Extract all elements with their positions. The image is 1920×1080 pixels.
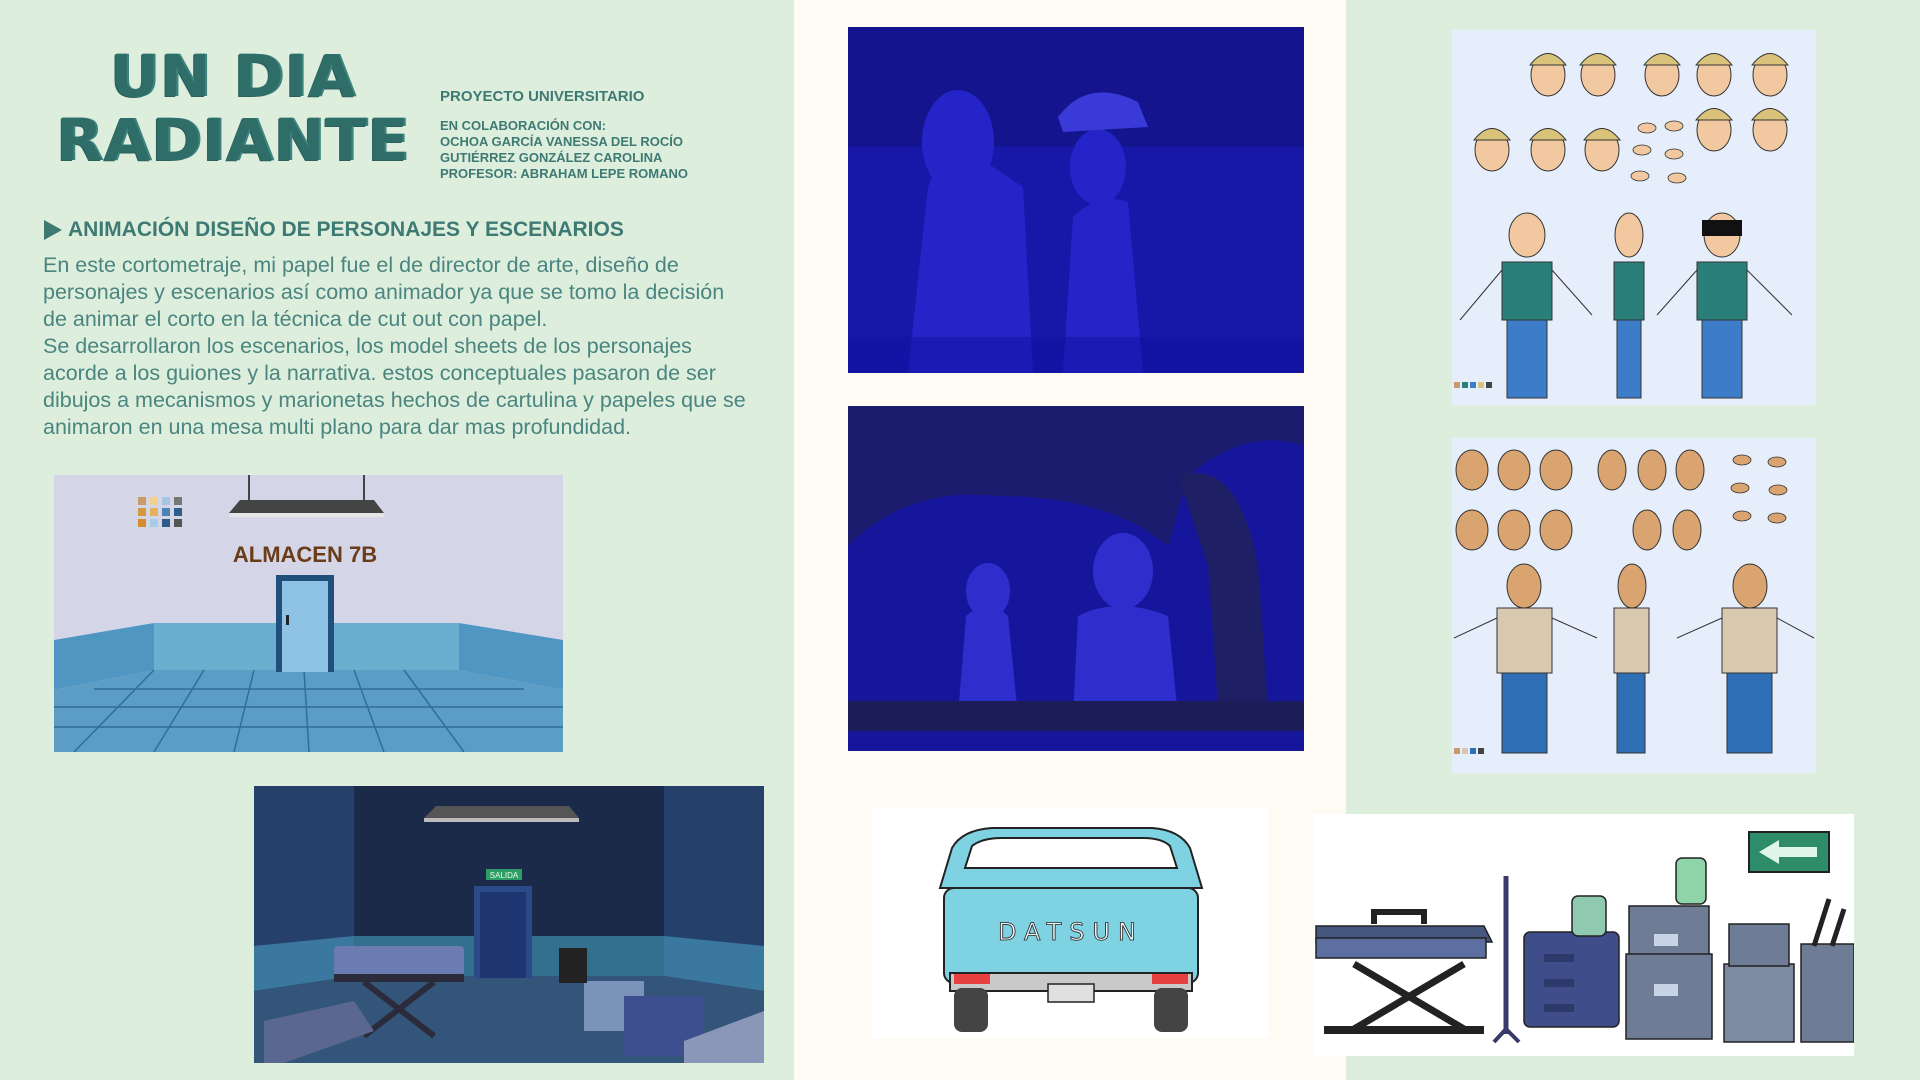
character-model-sheet-1 (1452, 30, 1816, 405)
warehouse-sign: ALMACEN 7B (233, 542, 377, 567)
exit-room-scene-image: SALIDA (254, 786, 764, 1063)
collaborator-2: GUTIÉRREZ GONZÁLEZ CAROLINA (440, 150, 663, 165)
datsun-truck-image: DATSUN (872, 808, 1268, 1038)
collaboration-block: EN COLABORACIÓN CON: OCHOA GARCÍA VANESS… (440, 118, 688, 182)
section-heading: ANIMACIÓN DISEÑO DE PERSONAJES Y ESCENAR… (44, 218, 624, 242)
warehouse-scene-image: ALMACEN 7B (54, 475, 563, 752)
project-title: UN DIA RADIANTE (41, 44, 426, 172)
project-label: PROYECTO UNIVERSITARIO (440, 88, 645, 105)
description-line: de animar el corto en la técnica de cut … (43, 307, 548, 331)
collaborator-1: OCHOA GARCÍA VANESSA DEL ROCÍO (440, 134, 683, 149)
title-line-2: RADIANTE (56, 106, 410, 174)
description: En este cortometraje, mi papel fue el de… (43, 252, 795, 441)
title-line-1: UN DIA (110, 42, 356, 110)
section-heading-text: ANIMACIÓN DISEÑO DE PERSONAJES Y ESCENAR… (68, 218, 624, 241)
night-scene-still-1 (848, 27, 1304, 373)
props-sheet-image (1314, 814, 1854, 1056)
description-line: En este cortometraje, mi papel fue el de… (43, 253, 679, 277)
night-scene-still-2 (848, 406, 1304, 751)
character-model-sheet-2 (1452, 438, 1816, 773)
collaboration-heading: EN COLABORACIÓN CON: (440, 118, 607, 133)
description-line: acorde a los guiones y la narrativa. est… (43, 361, 716, 385)
description-line: personajes y escenarios así como animado… (43, 280, 725, 304)
truck-brand: DATSUN (998, 918, 1144, 946)
description-line: animaron en una mesa multi plano para da… (43, 415, 632, 439)
play-triangle-icon (44, 220, 62, 240)
exit-sign: SALIDA (490, 871, 519, 880)
description-line: dibujos a mecanismos y marionetas hechos… (43, 388, 746, 412)
professor: PROFESOR: ABRAHAM LEPE ROMANO (440, 166, 688, 181)
description-line: Se desarrollaron los escenarios, los mod… (43, 334, 692, 358)
